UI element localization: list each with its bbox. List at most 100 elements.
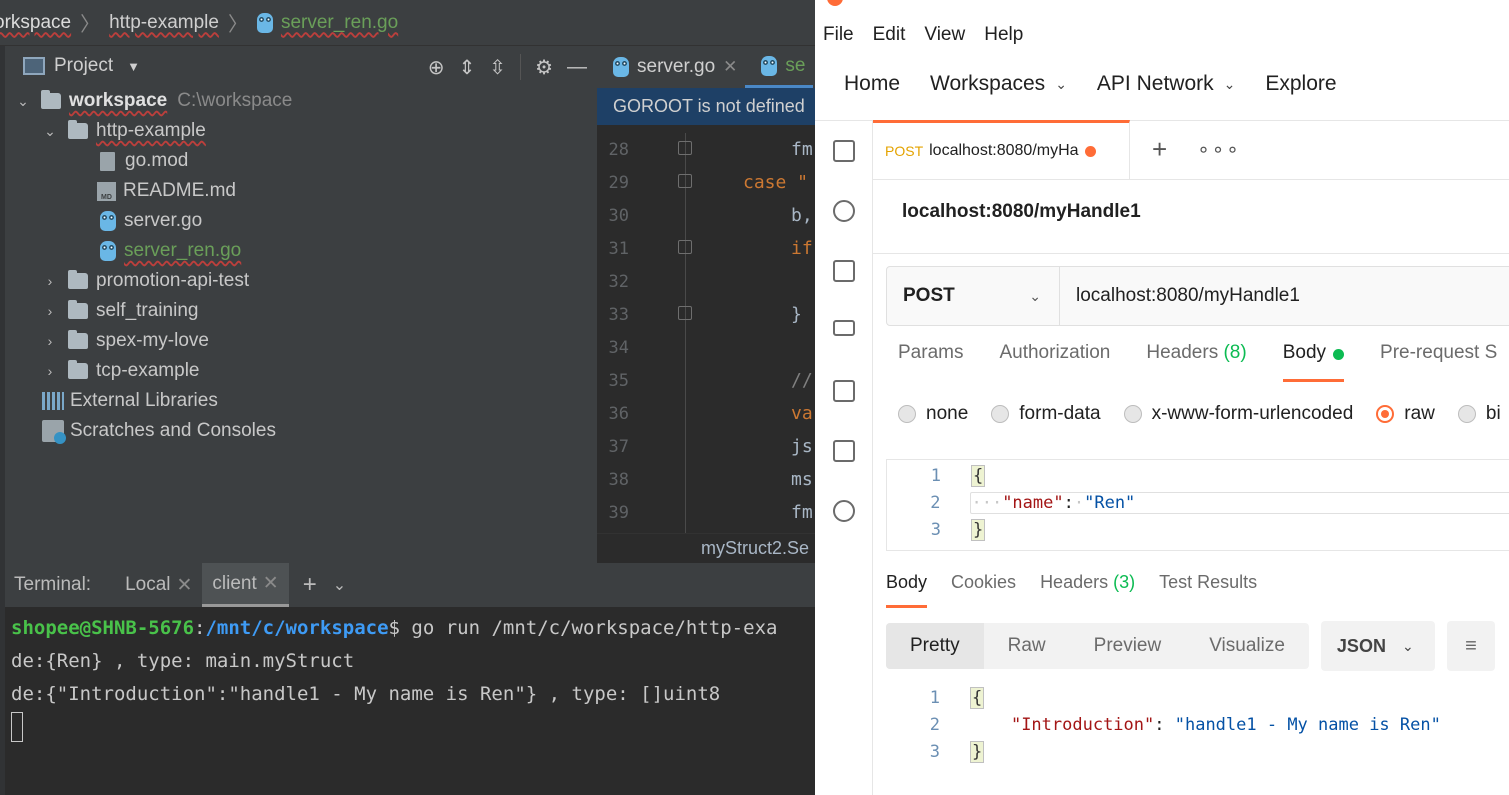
tab-params[interactable]: Params xyxy=(898,342,963,382)
wrap-lines-icon[interactable]: ≡ xyxy=(1446,621,1495,671)
radio-label: raw xyxy=(1404,403,1435,424)
chevron-down-icon[interactable]: ⌄ xyxy=(333,575,346,595)
menu-edit[interactable]: Edit xyxy=(873,24,906,46)
tree-item-workspace[interactable]: ⌄ workspace C:\workspace xyxy=(5,86,597,116)
nav-home[interactable]: Home xyxy=(844,72,900,96)
terminal-tab-local[interactable]: Local ✕ xyxy=(115,563,202,607)
code-text: js xyxy=(791,436,813,457)
chevron-down-icon[interactable]: ⌄ xyxy=(15,93,31,110)
mock-servers-icon[interactable] xyxy=(833,320,855,336)
add-terminal-icon[interactable]: + xyxy=(303,571,317,599)
more-icon[interactable]: ∘∘∘ xyxy=(1197,137,1241,162)
breadcrumb-server-ren-go[interactable]: server_ren.go xyxy=(281,12,398,34)
chevron-down-icon[interactable]: ⌄ xyxy=(42,123,58,140)
chevron-right-icon[interactable]: › xyxy=(42,303,58,319)
tab-server-ren-go[interactable]: se xyxy=(745,46,814,88)
tree-item-server-ren-go[interactable]: server_ren.go xyxy=(5,236,597,266)
tab-headers[interactable]: Headers (8) xyxy=(1146,342,1246,382)
nav-workspaces[interactable]: Workspaces ⌄ xyxy=(930,72,1067,96)
fold-marker-icon[interactable] xyxy=(678,306,692,320)
request-option-tabs: Params Authorization Headers (8) Body Pr… xyxy=(898,342,1509,382)
monitors-icon[interactable] xyxy=(833,380,855,402)
tree-item-go-mod[interactable]: go.mod xyxy=(5,146,597,176)
tree-item-self-training[interactable]: › self_training xyxy=(5,296,597,326)
postman-logo-icon xyxy=(827,0,843,6)
response-body-viewer[interactable]: 1 { 2 "Introduction": "handle1 - My name… xyxy=(886,684,1509,765)
tree-item-server-go[interactable]: server.go xyxy=(5,206,597,236)
tab-pre-request[interactable]: Pre-request S xyxy=(1380,342,1497,382)
tab-response-body[interactable]: Body xyxy=(886,572,928,608)
view-raw[interactable]: Raw xyxy=(984,623,1070,669)
nav-explore[interactable]: Explore xyxy=(1265,72,1336,96)
tree-item-label: server_ren.go xyxy=(124,240,242,261)
method-select[interactable]: POST ⌄ xyxy=(887,267,1060,325)
view-visualize[interactable]: Visualize xyxy=(1185,623,1309,669)
minimize-icon[interactable]: — xyxy=(567,56,587,79)
code-lines[interactable]: 28 fm 29 case " 30 b, 31 if 32 33} 34 35 // 3… xyxy=(597,133,815,529)
radio-urlencoded[interactable]: x-www-form-urlencoded xyxy=(1123,403,1353,425)
collections-icon[interactable] xyxy=(833,140,855,162)
tree-item-label: spex-my-love xyxy=(96,330,209,351)
code-text: } xyxy=(970,740,985,763)
menu-view[interactable]: View xyxy=(924,24,965,46)
format-select[interactable]: JSON ⌄ xyxy=(1320,621,1435,671)
close-icon[interactable]: ✕ xyxy=(177,574,193,597)
fold-marker-icon[interactable] xyxy=(678,240,692,254)
view-preview[interactable]: Preview xyxy=(1070,623,1186,669)
tree-item-label: promotion-api-test xyxy=(96,270,250,291)
new-tab-icon[interactable]: + xyxy=(1152,134,1167,165)
radio-form-data[interactable]: form-data xyxy=(991,403,1101,425)
flows-icon[interactable] xyxy=(833,440,855,462)
radio-none[interactable]: none xyxy=(898,403,968,425)
terminal-tab-client[interactable]: client ✕ xyxy=(202,563,289,607)
menu-help[interactable]: Help xyxy=(984,24,1023,46)
chevron-right-icon[interactable]: › xyxy=(42,363,58,379)
request-body-editor[interactable]: 1 { 2 ···"name":·"Ren" 3 } xyxy=(886,459,1509,551)
locate-icon[interactable]: ⊕ xyxy=(428,55,445,80)
history-icon[interactable] xyxy=(833,500,855,522)
tree-item-readme[interactable]: MD README.md xyxy=(5,176,597,206)
tab-authorization[interactable]: Authorization xyxy=(999,342,1110,382)
project-title[interactable]: Project xyxy=(54,55,113,77)
code-text: ms xyxy=(791,469,813,490)
tab-body[interactable]: Body xyxy=(1282,342,1345,382)
url-input[interactable]: localhost:8080/myHandle1 xyxy=(1060,285,1300,307)
tree-item-external-libraries[interactable]: External Libraries xyxy=(5,386,597,416)
tree-item-scratches[interactable]: Scratches and Consoles xyxy=(5,416,597,446)
tab-server-go[interactable]: server.go ✕ xyxy=(597,46,745,88)
apis-icon[interactable] xyxy=(833,200,855,222)
breadcrumb-workspace[interactable]: orkspace xyxy=(0,12,71,34)
fold-marker-icon[interactable] xyxy=(678,174,692,188)
request-tab[interactable]: POST localhost:8080/myHa xyxy=(873,119,1130,180)
terminal-output[interactable]: shopee@SHNB-5676:/mnt/c/workspace $ go ru… xyxy=(5,607,815,743)
radio-binary[interactable]: bi xyxy=(1457,403,1501,425)
tree-item-label: README.md xyxy=(123,180,236,201)
nav-api-network[interactable]: API Network ⌄ xyxy=(1097,72,1235,96)
chevron-right-icon[interactable]: › xyxy=(42,273,58,289)
view-pretty[interactable]: Pretty xyxy=(886,623,984,669)
chevron-down-icon[interactable]: ▼ xyxy=(127,59,140,74)
fold-marker-icon[interactable] xyxy=(678,141,692,155)
tab-cookies[interactable]: Cookies xyxy=(951,572,1016,608)
close-icon[interactable]: ✕ xyxy=(263,572,279,595)
body-type-radios: none form-data x-www-form-urlencoded raw… xyxy=(898,403,1509,425)
code-line: 30 b, xyxy=(597,199,815,232)
environments-icon[interactable] xyxy=(833,260,855,282)
tree-item-http-example[interactable]: ⌄ http-example xyxy=(5,116,597,146)
tab-test-results[interactable]: Test Results xyxy=(1159,572,1257,608)
tree-item-tcp-example[interactable]: › tcp-example xyxy=(5,356,597,386)
collapse-all-icon[interactable]: ⇳ xyxy=(489,55,506,80)
tree-item-promotion-api-test[interactable]: › promotion-api-test xyxy=(5,266,597,296)
request-title[interactable]: localhost:8080/myHandle1 xyxy=(902,201,1141,223)
menu-file[interactable]: File xyxy=(823,24,854,46)
expand-all-icon[interactable]: ⇕ xyxy=(459,55,476,80)
chevron-right-icon[interactable]: › xyxy=(42,333,58,349)
tree-item-spex-my-love[interactable]: › spex-my-love xyxy=(5,326,597,356)
breadcrumb-http-example[interactable]: http-example xyxy=(109,12,219,34)
radio-raw[interactable]: raw xyxy=(1376,403,1435,425)
gear-icon[interactable]: ⚙ xyxy=(535,55,553,80)
tree-item-label: External Libraries xyxy=(70,390,218,411)
close-icon[interactable]: ✕ xyxy=(723,57,737,77)
tab-response-headers[interactable]: Headers (3) xyxy=(1040,572,1135,608)
folder-icon xyxy=(68,300,88,319)
